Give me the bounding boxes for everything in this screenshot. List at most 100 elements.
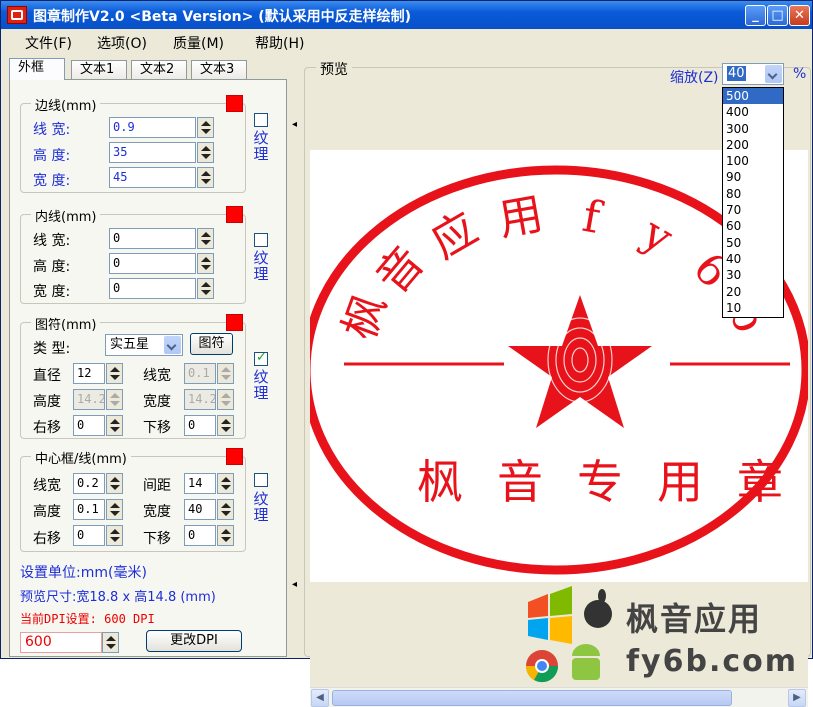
border-group: 边线(mm) 线 宽: 0.9 高 度: 35 宽 度: 45: [20, 95, 246, 193]
title-bar[interactable]: 图章制作V2.0 <Beta Version> (默认采用中反走样绘制) _ □…: [1, 1, 812, 29]
inner-line-width-input[interactable]: 0: [109, 228, 196, 249]
stamp-bottom-text: 枫音专用章: [417, 455, 783, 509]
center-spacing-input[interactable]: 14: [184, 473, 216, 494]
zoom-option[interactable]: 70: [723, 202, 783, 218]
center-group-legend: 中心框/线(mm): [31, 448, 131, 467]
symbol-texture-checkbox[interactable]: [254, 350, 268, 366]
border-width-input[interactable]: 45: [109, 167, 196, 188]
scroll-thumb[interactable]: [332, 690, 732, 706]
inner-width-spinner[interactable]: [197, 278, 214, 299]
inner-texture-label: 纹理: [253, 249, 269, 283]
chevron-down-icon[interactable]: [765, 65, 782, 83]
inner-height-spinner[interactable]: [197, 253, 214, 274]
symbol-type-select[interactable]: 实五星: [105, 334, 183, 356]
center-down-input[interactable]: 0: [184, 525, 216, 546]
border-width-spinner[interactable]: [197, 167, 214, 188]
tab-outer-frame[interactable]: 外框: [9, 58, 65, 80]
center-spacing-spinner[interactable]: [217, 473, 234, 494]
inner-line-width-spinner[interactable]: [197, 228, 214, 249]
symbol-button[interactable]: 图符: [190, 333, 233, 355]
border-height-spinner[interactable]: [197, 142, 214, 163]
zoom-option[interactable]: 80: [723, 186, 783, 202]
maximize-icon[interactable]: □: [767, 5, 788, 26]
center-texture-checkbox[interactable]: [254, 473, 268, 487]
app-window: 图章制作V2.0 <Beta Version> (默认采用中反走样绘制) _ □…: [0, 0, 813, 707]
diameter-input[interactable]: 12: [73, 363, 105, 384]
zoom-select[interactable]: 40: [722, 63, 784, 85]
panel-splitter[interactable]: [290, 61, 302, 657]
close-icon[interactable]: ✕: [789, 5, 810, 26]
inner-line-width-label: 线 宽:: [33, 233, 71, 249]
menu-file[interactable]: 文件(F): [25, 33, 72, 53]
minimize-icon[interactable]: _: [745, 5, 766, 26]
zoom-option[interactable]: 500: [723, 88, 783, 105]
border-line-width-spinner[interactable]: [197, 117, 214, 138]
zoom-option[interactable]: 400: [723, 104, 783, 120]
symbol-linewidth-spinner[interactable]: [217, 363, 234, 384]
center-linewidth-input[interactable]: 0.2: [73, 473, 105, 494]
symbol-height-input[interactable]: 14.2: [73, 389, 105, 410]
center-right-input[interactable]: 0: [73, 525, 105, 546]
border-color-swatch[interactable]: [226, 95, 243, 112]
menu-help[interactable]: 帮助(H): [255, 33, 304, 53]
symbol-right-spinner[interactable]: [106, 415, 123, 436]
inner-group-legend: 内线(mm): [31, 206, 101, 225]
dpi-input[interactable]: 600: [20, 632, 102, 653]
stamp-bottom-char: 枫: [417, 455, 463, 509]
expand-left-icon[interactable]: ◂: [292, 579, 301, 591]
dpi-spinner[interactable]: [102, 632, 119, 653]
symbol-down-spinner[interactable]: [217, 415, 234, 436]
zoom-dropdown-list: 500 400 300 200 100 90 80 70 60 50 40 30 20 10: [722, 87, 784, 318]
center-width-input[interactable]: 40: [184, 499, 216, 520]
zoom-option[interactable]: 90: [723, 169, 783, 185]
inner-height-input[interactable]: 0: [109, 253, 196, 274]
symbol-linewidth-input[interactable]: 0.1: [184, 363, 216, 384]
symbol-down-input[interactable]: 0: [184, 415, 216, 436]
border-texture-checkbox[interactable]: [254, 113, 268, 127]
zoom-option[interactable]: 20: [723, 284, 783, 300]
inner-width-input[interactable]: 0: [109, 278, 196, 299]
scroll-right-icon[interactable]: ▶: [788, 689, 806, 707]
apple-logo-icon: [584, 589, 612, 628]
symbol-right-input[interactable]: 0: [73, 415, 105, 436]
center-linewidth-spinner[interactable]: [106, 473, 123, 494]
inner-width-label: 宽 度:: [33, 284, 71, 300]
chevron-down-icon[interactable]: [164, 336, 181, 354]
zoom-option[interactable]: 50: [723, 235, 783, 251]
symbol-width-spinner[interactable]: [217, 389, 234, 410]
scroll-left-icon[interactable]: ◀: [311, 689, 329, 707]
zoom-option[interactable]: 10: [723, 300, 783, 316]
zoom-option[interactable]: 200: [723, 137, 783, 153]
center-right-spinner[interactable]: [106, 525, 123, 546]
zoom-option[interactable]: 100: [723, 153, 783, 169]
zoom-option[interactable]: 60: [723, 218, 783, 234]
symbol-height-spinner[interactable]: [106, 389, 123, 410]
stamp-top-char: 枫: [334, 288, 397, 347]
diameter-spinner[interactable]: [106, 363, 123, 384]
inner-texture-checkbox[interactable]: [254, 233, 268, 247]
zoom-option[interactable]: 40: [723, 251, 783, 267]
center-down-spinner[interactable]: [217, 525, 234, 546]
symbol-width-input[interactable]: 14.2: [184, 389, 216, 410]
horizontal-scrollbar[interactable]: ◀ ▶: [310, 687, 808, 707]
collapse-left-icon[interactable]: ◂: [292, 119, 301, 131]
change-dpi-button[interactable]: 更改DPI: [146, 630, 242, 652]
tab-text1[interactable]: 文本1: [71, 60, 127, 79]
menu-quality[interactable]: 质量(M): [173, 33, 224, 53]
border-width-label: 宽 度:: [33, 173, 71, 189]
zoom-value: 40: [727, 66, 746, 81]
center-color-swatch[interactable]: [226, 448, 243, 465]
symbol-color-swatch[interactable]: [226, 314, 243, 331]
center-height-spinner[interactable]: [106, 499, 123, 520]
border-height-input[interactable]: 35: [109, 142, 196, 163]
tab-text3[interactable]: 文本3: [191, 60, 247, 79]
center-width-spinner[interactable]: [217, 499, 234, 520]
center-height-input[interactable]: 0.1: [73, 499, 105, 520]
zoom-option[interactable]: 300: [723, 121, 783, 137]
inner-color-swatch[interactable]: [226, 206, 243, 223]
menu-options[interactable]: 选项(O): [97, 33, 147, 53]
zoom-option[interactable]: 30: [723, 267, 783, 283]
symbol-down-label: 下移: [143, 420, 171, 436]
tab-text2[interactable]: 文本2: [131, 60, 187, 79]
border-line-width-input[interactable]: 0.9: [109, 117, 196, 138]
